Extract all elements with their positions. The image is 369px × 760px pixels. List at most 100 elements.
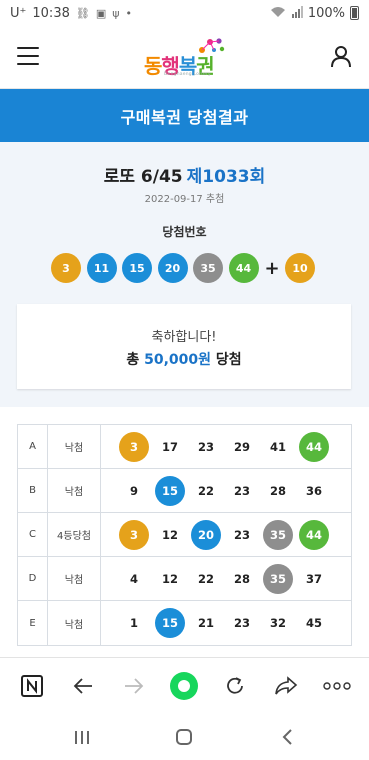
page-title: 구매복권 당첨결과 [0, 89, 369, 142]
refresh-icon[interactable] [220, 671, 250, 701]
ticket-number: 37 [305, 571, 322, 586]
carrier-label: U⁺ [10, 5, 27, 21]
menu-icon[interactable] [17, 47, 39, 65]
ticket-number: 45 [305, 616, 322, 630]
ticket-number: 28 [233, 571, 250, 586]
ticket-number-matched: 20 [191, 519, 221, 550]
status-bar: U⁺ 10:38 ⛓ ▣ ψ • 100% [0, 0, 369, 26]
ticket-number: 41 [269, 439, 286, 454]
ticket-number: 21 [197, 616, 214, 630]
draw-result-section: 로또 6/45 제1033회 2022-09-17 추첨 당첨번호 3 11 15… [0, 142, 369, 407]
naver-n-icon[interactable] [17, 671, 47, 701]
winning-numbers-label: 당첨번호 [162, 225, 207, 239]
wifi-icon [270, 6, 286, 21]
prize-amount: 50,000원 [144, 352, 212, 368]
ticket-result: 4등당첨 [48, 513, 101, 556]
ticket-letter: D [18, 557, 48, 600]
ticket-number: 22 [197, 571, 214, 586]
home-icon[interactable] [172, 725, 196, 749]
system-nav-bar [0, 713, 369, 760]
ticket-number: 12 [161, 527, 178, 542]
browser-toolbar [0, 657, 369, 713]
ticket-numbers: 1 15 21 23 32 45 [101, 601, 351, 645]
ticket-row: D 낙첨 4 12 22 28 35 37 [18, 557, 351, 601]
ticket-number-matched: 44 [299, 431, 329, 462]
purchased-tickets-section: A 낙첨 3 17 23 29 41 44 B 낙첨 9 15 22 23 28 36 C 4등당첨 3 12 20 23… [0, 407, 369, 657]
ticket-number: 12 [161, 571, 178, 586]
winning-ball: 44 [228, 253, 259, 283]
ticket-number: 22 [197, 483, 214, 498]
link-icon: ⛓ [75, 6, 90, 20]
ticket-numbers: 3 17 23 29 41 44 [101, 425, 351, 468]
ticket-number-matched: 15 [155, 475, 185, 506]
dot-icon: • [125, 6, 133, 20]
back-icon[interactable] [276, 725, 300, 749]
draw-round: 제1033회 [186, 167, 266, 187]
ticket-result: 낙첨 [48, 425, 101, 468]
winning-ball: 3 [51, 253, 81, 283]
ticket-number-matched: 44 [299, 519, 329, 550]
plus-sign: + [264, 257, 280, 279]
user-icon[interactable] [329, 44, 353, 68]
ticket-number-matched: 3 [119, 519, 149, 550]
winning-ball: 35 [193, 253, 223, 283]
ticket-numbers: 3 12 20 23 35 44 [101, 513, 351, 556]
ticket-number: 23 [233, 527, 250, 542]
congrats-message: 축하합니다! [151, 330, 217, 345]
ticket-number: 23 [197, 439, 214, 454]
logo-mark-icon [199, 38, 225, 53]
ticket-number: 23 [233, 616, 250, 630]
winning-ball: 15 [122, 253, 152, 283]
ticket-result: 낙첨 [48, 469, 101, 512]
back-arrow-icon[interactable] [68, 671, 98, 701]
game-name: 로또 6/45 [103, 167, 183, 187]
ticket-letter: C [18, 513, 48, 556]
ticket-number-matched: 35 [263, 519, 293, 550]
winning-numbers: 3 11 15 20 35 44 + 10 [51, 253, 321, 283]
ticket-letter: A [18, 425, 48, 468]
ticket-number: 28 [269, 483, 286, 498]
cell-signal-icon [291, 5, 303, 21]
ticket-numbers: 9 15 22 23 28 36 [101, 469, 351, 512]
clock: 10:38 [32, 5, 70, 21]
bonus-ball: 10 [285, 253, 315, 283]
ticket-row: A 낙첨 3 17 23 29 41 44 [18, 425, 351, 469]
ticket-number: 9 [129, 483, 138, 498]
ticket-number: 36 [305, 483, 322, 498]
ticket-numbers: 4 12 22 28 35 37 [101, 557, 351, 600]
ticket-letter: E [18, 601, 48, 645]
ticket-number-matched: 15 [155, 608, 185, 638]
donghaeng-lottery-logo[interactable]: 동행복권 Donghaeng Lottery [144, 36, 226, 80]
winning-ball: 20 [157, 253, 188, 283]
app-header: 동행복권 Donghaeng Lottery [0, 26, 369, 89]
more-dots-icon[interactable] [322, 671, 352, 701]
battery-icon [350, 6, 359, 20]
draw-date: 2022-09-17 추첨 [144, 194, 225, 205]
ticket-row: B 낙첨 9 15 22 23 28 36 [18, 469, 351, 513]
ticket-number-matched: 35 [263, 563, 293, 594]
ticket-number: 1 [129, 616, 138, 630]
ticket-number-matched: 3 [119, 431, 149, 462]
winning-ball: 11 [86, 253, 117, 283]
recent-apps-icon[interactable] [70, 725, 94, 749]
logo-subtitle: Donghaeng Lottery [164, 72, 211, 77]
ticket-letter: B [18, 469, 48, 512]
ticket-result: 낙첨 [48, 601, 101, 645]
home-green-dot-icon[interactable] [169, 671, 199, 701]
image-icon: ▣ [95, 6, 107, 20]
forward-arrow-icon[interactable] [119, 671, 149, 701]
ticket-row: C 4등당첨 3 12 20 23 35 44 [18, 513, 351, 557]
ticket-number: 32 [269, 616, 286, 630]
battery-percent: 100% [307, 5, 345, 21]
ticket-row: E 낙첨 1 15 21 23 32 45 [18, 601, 351, 645]
ticket-number: 23 [233, 483, 250, 498]
share-icon[interactable] [271, 671, 301, 701]
ticket-number: 4 [129, 571, 138, 586]
ticket-number: 29 [233, 439, 250, 454]
ticket-number: 17 [161, 439, 178, 454]
tickets-table: A 낙첨 3 17 23 29 41 44 B 낙첨 9 15 22 23 28 36 C 4등당첨 3 12 20 23… [17, 424, 352, 646]
ticket-result: 낙첨 [48, 557, 101, 600]
prize-summary: 총 50,000원 당첨 [126, 352, 242, 368]
signal-icon: ψ [112, 6, 120, 20]
draw-title: 로또 6/45 제1033회 [0, 162, 369, 187]
